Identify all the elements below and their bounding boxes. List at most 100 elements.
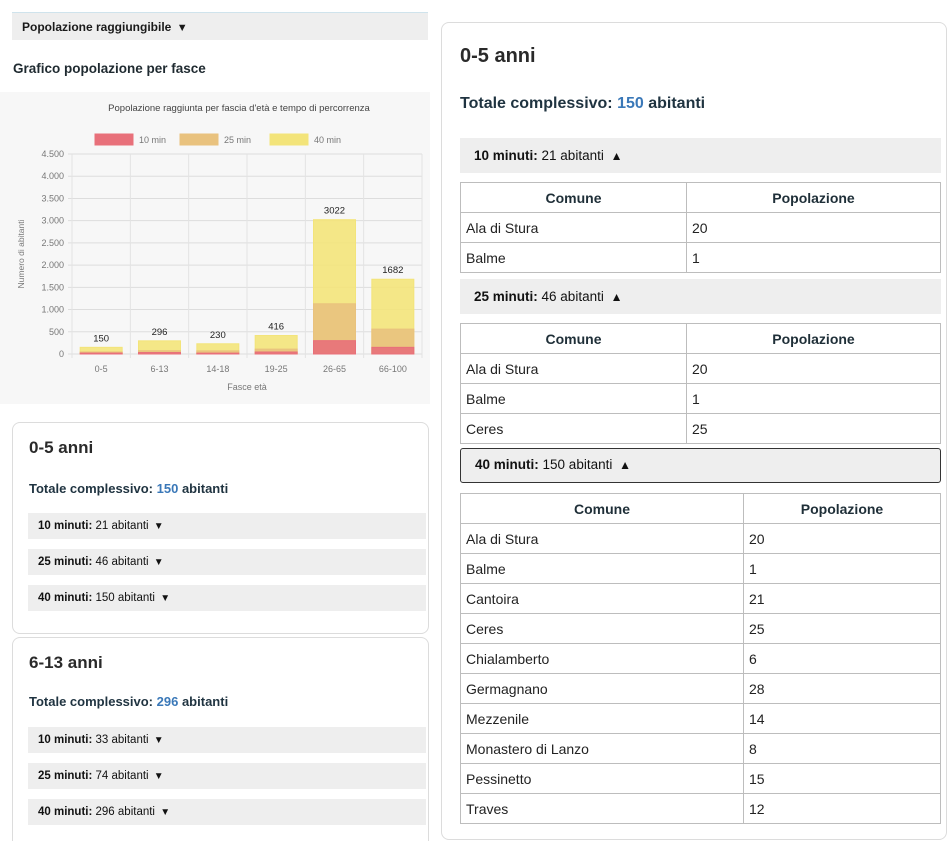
toggle-40-minuti[interactable]: 40 minuti: 296 abitanti ▼ xyxy=(28,799,426,825)
table-row: Ala di Stura 20 xyxy=(460,523,941,554)
cell-comune: Germagnano xyxy=(460,673,744,704)
table-body: Ala di Stura 20 Balme 1 Ceres 25 xyxy=(460,353,941,444)
y-tick-label: 3.500 xyxy=(41,193,64,203)
toggle-10-minuti[interactable]: 10 minuti: 21 abitanti ▲ xyxy=(460,138,941,173)
detail-total: Totale complessivo: 150 abitanti xyxy=(460,95,705,113)
col-popolazione: Popolazione xyxy=(686,323,941,354)
cell-comune: Monastero di Lanzo xyxy=(460,733,744,764)
toggle-label: 25 minuti: xyxy=(38,556,93,568)
cell-comune: Ala di Stura xyxy=(460,353,687,384)
table-row: Pessinetto 15 xyxy=(460,763,941,794)
table-row: Mezzenile 14 xyxy=(460,703,941,734)
legend-swatch xyxy=(179,133,219,146)
legend-swatch xyxy=(94,133,134,146)
table-body: Ala di Stura 20 Balme 1 xyxy=(460,212,941,273)
toggle-value: 150 abitanti xyxy=(542,457,613,472)
x-axis-label: Fasce età xyxy=(227,382,267,392)
cell-comune: Pessinetto xyxy=(460,763,744,794)
cell-popolazione: 1 xyxy=(686,242,941,273)
age-card-total: Totale complessivo: 150 abitanti xyxy=(29,481,228,496)
bar xyxy=(371,346,415,355)
legend-label: 10 min xyxy=(139,135,166,145)
toggle-label: 25 minuti: xyxy=(38,770,93,782)
bar xyxy=(79,352,123,355)
detail-panel: 0-5 anni Totale complessivo: 150 abitant… xyxy=(441,22,947,840)
toggle-40-minuti[interactable]: 40 minuti: 150 abitanti ▲ xyxy=(460,448,941,483)
y-tick-label: 500 xyxy=(49,327,64,337)
cell-popolazione: 28 xyxy=(743,673,941,704)
bar xyxy=(313,340,356,355)
x-tick-label: 26-65 xyxy=(323,364,346,374)
legend-label: 40 min xyxy=(314,135,341,145)
chevron-down-icon: ▼ xyxy=(153,735,164,746)
popolazione-toggle[interactable]: Popolazione raggiungibile ▼ xyxy=(12,12,428,40)
age-card-title: 0-5 anni xyxy=(29,438,94,457)
y-tick-label: 2.500 xyxy=(41,238,64,248)
table-row: Traves 12 xyxy=(460,793,941,824)
x-tick-label: 66-100 xyxy=(379,364,407,374)
cell-popolazione: 20 xyxy=(686,353,941,384)
table-row: Monastero di Lanzo 8 xyxy=(460,733,941,764)
cell-popolazione: 20 xyxy=(743,523,941,554)
y-tick-label: 3.000 xyxy=(41,216,64,226)
cell-popolazione: 6 xyxy=(743,643,941,674)
table-row: Balme 1 xyxy=(460,383,941,414)
toggle-value: 21 abitanti xyxy=(541,148,604,163)
total-value: 150 xyxy=(156,481,179,496)
cell-comune: Chialamberto xyxy=(460,643,744,674)
cell-popolazione: 12 xyxy=(743,793,941,824)
left-column: Popolazione raggiungibile ▼ Grafico popo… xyxy=(0,0,435,841)
comuni-table-25: Comune Popolazione Ala di Stura 20 Balme 1 C… xyxy=(460,323,941,444)
y-axis-label: Numero di abitanti xyxy=(16,219,26,288)
total-prefix: Totale complessivo: xyxy=(29,694,157,709)
toggle-value: 74 abitanti xyxy=(95,770,149,782)
x-tick-label: 14-18 xyxy=(206,364,229,374)
chart-title: Popolazione raggiunta per fascia d'età e… xyxy=(108,103,370,114)
bar xyxy=(138,352,181,355)
table-row: Ceres 25 xyxy=(460,413,941,444)
toggle-10-minuti[interactable]: 10 minuti: 21 abitanti ▼ xyxy=(28,513,426,539)
cell-popolazione: 1 xyxy=(743,553,941,584)
table-row: Cantoira 21 xyxy=(460,583,941,614)
chevron-down-icon: ▼ xyxy=(153,771,164,782)
x-tick-label: 6-13 xyxy=(150,364,168,374)
cell-comune: Traves xyxy=(460,793,744,824)
table-header-row: Comune Popolazione xyxy=(460,323,941,354)
cell-popolazione: 1 xyxy=(686,383,941,414)
toggle-value: 21 abitanti xyxy=(95,520,149,532)
toggle-value: 46 abitanti xyxy=(95,556,149,568)
cell-comune: Ceres xyxy=(460,613,744,644)
toggle-25-minuti[interactable]: 25 minuti: 46 abitanti ▲ xyxy=(460,279,941,314)
table-body: Ala di Stura 20 Balme 1 Cantoira 21 Ceres 25 Chi… xyxy=(460,523,941,824)
cell-popolazione: 25 xyxy=(686,413,941,444)
popolazione-toggle-label: Popolazione raggiungibile xyxy=(22,20,172,34)
toggle-label: 10 minuti: xyxy=(38,734,93,746)
chevron-down-icon: ▼ xyxy=(160,807,171,818)
data-label: 296 xyxy=(152,327,168,338)
cell-comune: Mezzenile xyxy=(460,703,744,734)
cell-popolazione: 21 xyxy=(743,583,941,614)
toggle-value: 296 abitanti xyxy=(95,806,155,818)
total-suffix: abitanti xyxy=(643,95,706,112)
data-label: 1682 xyxy=(382,265,403,276)
y-tick-label: 1.500 xyxy=(41,282,64,292)
table-row: Balme 1 xyxy=(460,242,941,273)
cell-comune: Balme xyxy=(460,383,687,414)
toggle-40-minuti[interactable]: 40 minuti: 150 abitanti ▼ xyxy=(28,585,426,611)
age-card-6-13: 6-13 anni Totale complessivo: 296 abitan… xyxy=(12,637,429,841)
population-chart: Popolazione raggiunta per fascia d'età e… xyxy=(16,103,423,392)
col-popolazione: Popolazione xyxy=(743,493,941,524)
chevron-up-icon: ▲ xyxy=(619,458,631,472)
cell-popolazione: 8 xyxy=(743,733,941,764)
chevron-down-icon: ▼ xyxy=(153,557,164,568)
comuni-table-10: Comune Popolazione Ala di Stura 20 Balme 1 xyxy=(460,182,941,273)
total-suffix: abitanti xyxy=(178,481,229,496)
table-row: Ala di Stura 20 xyxy=(460,353,941,384)
bar xyxy=(254,351,298,355)
y-tick-label: 4.500 xyxy=(41,149,64,159)
data-label: 230 xyxy=(210,330,226,341)
comuni-table-40: Comune Popolazione Ala di Stura 20 Balme 1 C… xyxy=(460,493,941,824)
toggle-10-minuti[interactable]: 10 minuti: 33 abitanti ▼ xyxy=(28,727,426,753)
toggle-25-minuti[interactable]: 25 minuti: 46 abitanti ▼ xyxy=(28,549,426,575)
toggle-25-minuti[interactable]: 25 minuti: 74 abitanti ▼ xyxy=(28,763,426,789)
